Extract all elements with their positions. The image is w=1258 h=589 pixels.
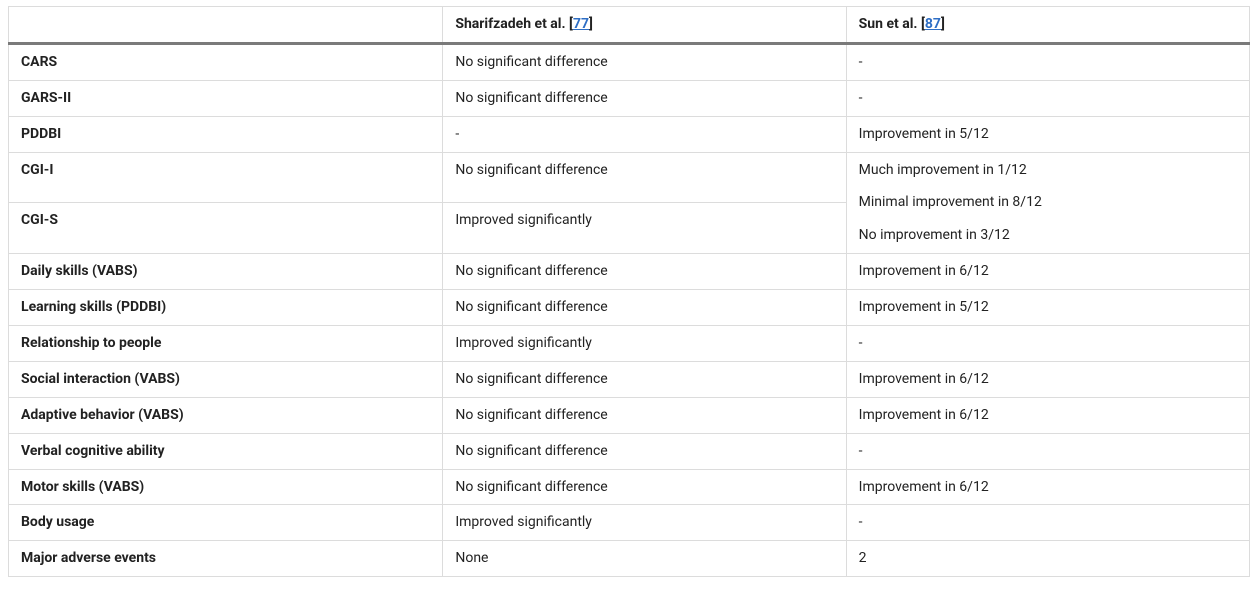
table-row: Social interaction (VABS) No significant… [9, 361, 1250, 397]
cell: No significant difference [443, 43, 846, 80]
cell: - [846, 80, 1249, 116]
cell: Improvement in 6/12 [846, 397, 1249, 433]
header-blank [9, 7, 443, 44]
cell-line: Minimal improvement in 8/12 [859, 193, 1239, 212]
table-row: Daily skills (VABS) No significant diffe… [9, 254, 1250, 290]
table-row: Adaptive behavior (VABS) No significant … [9, 397, 1250, 433]
table-row: PDDBI - Improvement in 5/12 [9, 116, 1250, 152]
header-col-a: Sharifzadeh et al. [77] [443, 7, 846, 44]
cell: No significant difference [443, 290, 846, 326]
table-container: Sharifzadeh et al. [77] Sun et al. [87] … [0, 0, 1258, 589]
row-label: Daily skills (VABS) [9, 254, 443, 290]
table-row: Relationship to people Improved signific… [9, 326, 1250, 362]
cell-line: No improvement in 3/12 [859, 226, 1239, 245]
row-label: Motor skills (VABS) [9, 469, 443, 505]
cell: Improvement in 6/12 [846, 361, 1249, 397]
table-row: Learning skills (PDDBI) No significant d… [9, 290, 1250, 326]
author-b: Sun et al. [859, 16, 918, 32]
table-row: Verbal cognitive ability No significant … [9, 433, 1250, 469]
cell: 2 [846, 541, 1249, 577]
cell: No significant difference [443, 469, 846, 505]
cell: Improvement in 5/12 [846, 116, 1249, 152]
ref-link-a[interactable]: 77 [573, 16, 589, 32]
cell: - [846, 505, 1249, 541]
table-row: CGI-I No significant difference Much imp… [9, 152, 1250, 203]
table-row: Major adverse events None 2 [9, 541, 1250, 577]
cell: - [846, 43, 1249, 80]
cell: No significant difference [443, 433, 846, 469]
row-label: GARS-II [9, 80, 443, 116]
table-header-row: Sharifzadeh et al. [77] Sun et al. [87] [9, 7, 1250, 44]
row-label: Major adverse events [9, 541, 443, 577]
cell: Improvement in 6/12 [846, 469, 1249, 505]
row-label: CARS [9, 43, 443, 80]
cell: - [846, 326, 1249, 362]
row-label: Learning skills (PDDBI) [9, 290, 443, 326]
cell: No significant difference [443, 254, 846, 290]
row-label: PDDBI [9, 116, 443, 152]
row-label: CGI-I [9, 152, 443, 203]
cell-line: Much improvement in 1/12 [859, 161, 1239, 180]
row-label: Social interaction (VABS) [9, 361, 443, 397]
cell: Improved significantly [443, 326, 846, 362]
cell-merged: Much improvement in 1/12 Minimal improve… [846, 152, 1249, 254]
cell: - [846, 433, 1249, 469]
table-row: GARS-II No significant difference - [9, 80, 1250, 116]
row-label: Body usage [9, 505, 443, 541]
row-label: Adaptive behavior (VABS) [9, 397, 443, 433]
comparison-table: Sharifzadeh et al. [77] Sun et al. [87] … [8, 6, 1250, 577]
row-label: Verbal cognitive ability [9, 433, 443, 469]
header-col-b: Sun et al. [87] [846, 7, 1249, 44]
row-label: CGI-S [9, 203, 443, 254]
cell: Improvement in 5/12 [846, 290, 1249, 326]
ref-link-b[interactable]: 87 [925, 16, 941, 32]
cell: None [443, 541, 846, 577]
table-row: CARS No significant difference - [9, 43, 1250, 80]
cell: No significant difference [443, 361, 846, 397]
author-a: Sharifzadeh et al. [455, 16, 565, 32]
cell: Improved significantly [443, 203, 846, 254]
cell: - [443, 116, 846, 152]
table-row: Motor skills (VABS) No significant diffe… [9, 469, 1250, 505]
cell: No significant difference [443, 80, 846, 116]
cell: No significant difference [443, 397, 846, 433]
cell: No significant difference [443, 152, 846, 203]
row-label: Relationship to people [9, 326, 443, 362]
cell: Improvement in 6/12 [846, 254, 1249, 290]
cell: Improved significantly [443, 505, 846, 541]
table-row: Body usage Improved significantly - [9, 505, 1250, 541]
